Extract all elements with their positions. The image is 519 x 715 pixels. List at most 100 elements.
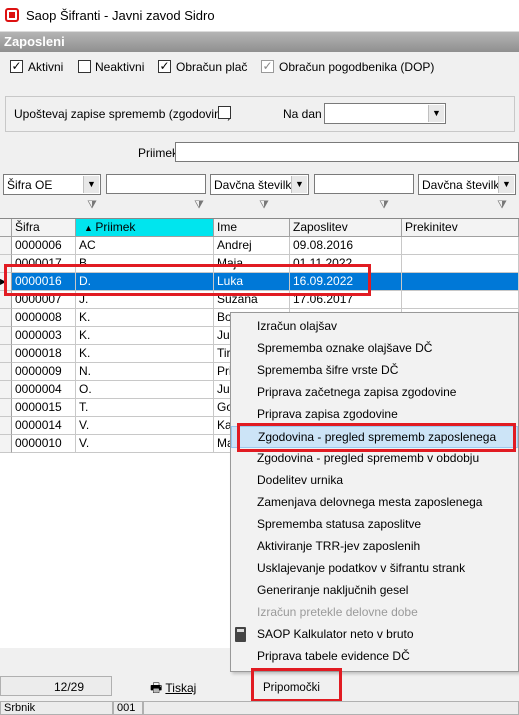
highlight-box [251, 668, 342, 702]
cell-priimek[interactable]: K. [76, 327, 214, 345]
highlight-box [4, 264, 371, 296]
row-indicator[interactable] [0, 237, 12, 255]
row-indicator-header [0, 219, 12, 237]
priimek-label: Priimek [138, 146, 179, 160]
chevron-down-icon[interactable]: ▼ [83, 176, 99, 193]
title-bar: Saop Šifranti - Javni zavod Sidro [0, 0, 519, 32]
cell-priimek[interactable]: AC [76, 237, 214, 255]
printer-icon: 🖶 [150, 680, 163, 695]
menu-item[interactable]: Izračun pretekle delovne dobe [231, 602, 518, 624]
obracun-plac-checkbox[interactable]: ✓ [158, 60, 171, 73]
cell-sifra[interactable]: 0000010 [12, 435, 76, 453]
context-menu: Izračun olajšav Sprememba oznake olajšave… [230, 312, 519, 672]
na-dan-combo[interactable]: ▼ [324, 103, 446, 124]
aktivni-checkbox[interactable]: ✓ [10, 60, 23, 73]
row-indicator[interactable] [0, 309, 12, 327]
sifra-oe-value: Šifra OE [7, 178, 53, 192]
cell-sifra[interactable]: 0000006 [12, 237, 76, 255]
cell-priimek[interactable]: N. [76, 363, 214, 381]
column-header-prekinitev[interactable]: Prekinitev [402, 219, 519, 237]
davcna-combo-1[interactable]: Davčna številka ▼ [210, 174, 309, 195]
highlight-box [237, 423, 516, 452]
obracun-pogodbenika-checkbox[interactable]: ✓ [261, 60, 274, 73]
cell-prekinitev[interactable] [402, 237, 519, 255]
menu-item[interactable]: Sprememba oznake olajšave DČ [231, 338, 518, 360]
history-label: Upoštevaj zapise sprememb (zgodovina) [14, 107, 232, 121]
menu-item-label: Aktiviranje TRR-jev zaposlenih [257, 539, 421, 553]
column-header-priimek[interactable]: ▲ Priimek [76, 219, 214, 237]
menu-item[interactable]: Aktiviranje TRR-jev zaposlenih [231, 536, 518, 558]
filter-icon[interactable]: ⧩ [378, 198, 390, 212]
row-indicator[interactable] [0, 345, 12, 363]
cell-priimek[interactable]: T. [76, 399, 214, 417]
priimek-input[interactable] [175, 142, 519, 162]
cell-sifra[interactable]: 0000018 [12, 345, 76, 363]
menu-item[interactable]: Izračun olajšav [231, 316, 518, 338]
cell-priimek[interactable]: V. [76, 417, 214, 435]
cell-ime[interactable]: Andrej [214, 237, 290, 255]
cell-sifra[interactable]: 0000015 [12, 399, 76, 417]
menu-item[interactable]: Priprava tabele evidence DČ [231, 646, 518, 668]
menu-item-label: Sprememba šifre vrste DČ [257, 363, 399, 377]
row-indicator[interactable] [0, 417, 12, 435]
print-button[interactable]: 🖶 Tiskaj [150, 676, 210, 700]
menu-item-label: Usklajevanje podatkov v šifrantu strank [257, 561, 466, 575]
menu-item-label: Izračun olajšav [257, 319, 338, 333]
menu-item[interactable]: SAOP Kalkulator neto v bruto [231, 624, 518, 646]
column-header-ime[interactable]: Ime [214, 219, 290, 237]
menu-item[interactable]: Zamenjava delovnega mesta zaposlenega [231, 492, 518, 514]
sifra-oe-input[interactable] [106, 174, 206, 194]
menu-item[interactable]: Priprava začetnega zapisa zgodovine [231, 382, 518, 404]
menu-item-label: Sprememba oznake olajšave DČ [257, 341, 433, 355]
na-dan-label: Na dan [283, 107, 322, 121]
print-label: Tiskaj [165, 681, 197, 695]
cell-sifra[interactable]: 0000009 [12, 363, 76, 381]
row-indicator[interactable] [0, 399, 12, 417]
window-title: Saop Šifranti - Javni zavod Sidro [26, 8, 215, 23]
column-header-zaposlitev[interactable]: Zaposlitev [290, 219, 402, 237]
cell-priimek[interactable]: K. [76, 309, 214, 327]
menu-item[interactable]: Sprememba šifre vrste DČ [231, 360, 518, 382]
cell-zaposlitev[interactable]: 09.08.2016 [290, 237, 402, 255]
chevron-down-icon[interactable]: ▼ [291, 176, 307, 193]
cell-priimek[interactable]: K. [76, 345, 214, 363]
cell-prekinitev[interactable] [402, 291, 519, 309]
row-indicator[interactable] [0, 435, 12, 453]
cell-sifra[interactable]: 0000003 [12, 327, 76, 345]
cell-prekinitev[interactable] [402, 255, 519, 273]
filter-icon[interactable]: ⧩ [193, 198, 205, 212]
cell-sifra[interactable]: 0000004 [12, 381, 76, 399]
cell-priimek[interactable]: V. [76, 435, 214, 453]
cell-sifra[interactable]: 0000008 [12, 309, 76, 327]
row-indicator[interactable] [0, 363, 12, 381]
row-indicator[interactable] [0, 381, 12, 399]
davcna-combo-2[interactable]: Davčna številka ▼ [418, 174, 516, 195]
history-checkbox[interactable] [218, 106, 231, 119]
menu-item[interactable]: Sprememba statusa zaposlitve [231, 514, 518, 536]
menu-item[interactable]: Generiranje naključnih gesel [231, 580, 518, 602]
column-header-sifra[interactable]: Šifra [12, 219, 76, 237]
cell-prekinitev[interactable] [402, 273, 519, 291]
filter-icon[interactable]: ⧩ [496, 198, 508, 212]
chevron-down-icon[interactable]: ▼ [498, 176, 514, 193]
row-indicator[interactable] [0, 327, 12, 345]
calculator-icon [235, 627, 246, 642]
panel-title: Zaposleni [0, 32, 519, 52]
table-row[interactable]: 0000006 AC Andrej 09.08.2016 [0, 237, 519, 255]
menu-item[interactable]: Usklajevanje podatkov v šifrantu strank [231, 558, 518, 580]
cell-sifra[interactable]: 0000014 [12, 417, 76, 435]
sifra-oe-combo[interactable]: Šifra OE ▼ [3, 174, 101, 195]
menu-item-label: Generiranje naključnih gesel [257, 583, 409, 597]
neaktivni-label: Neaktivni [95, 60, 145, 74]
filter-icon[interactable]: ⧩ [258, 198, 270, 212]
menu-item-label: SAOP Kalkulator neto v bruto [257, 627, 414, 641]
chevron-down-icon[interactable]: ▼ [428, 105, 444, 122]
menu-item-label: Dodelitev urnika [257, 473, 344, 487]
filter-icon[interactable]: ⧩ [86, 198, 98, 212]
cell-priimek[interactable]: O. [76, 381, 214, 399]
neaktivni-checkbox[interactable] [78, 60, 91, 73]
menu-item[interactable]: Dodelitev urnika [231, 470, 518, 492]
davcna-input-1[interactable] [314, 174, 414, 194]
menu-item-label: Zgodovina - pregled sprememb v obdobju [257, 451, 480, 465]
menu-item-label: Sprememba statusa zaposlitve [257, 517, 422, 531]
